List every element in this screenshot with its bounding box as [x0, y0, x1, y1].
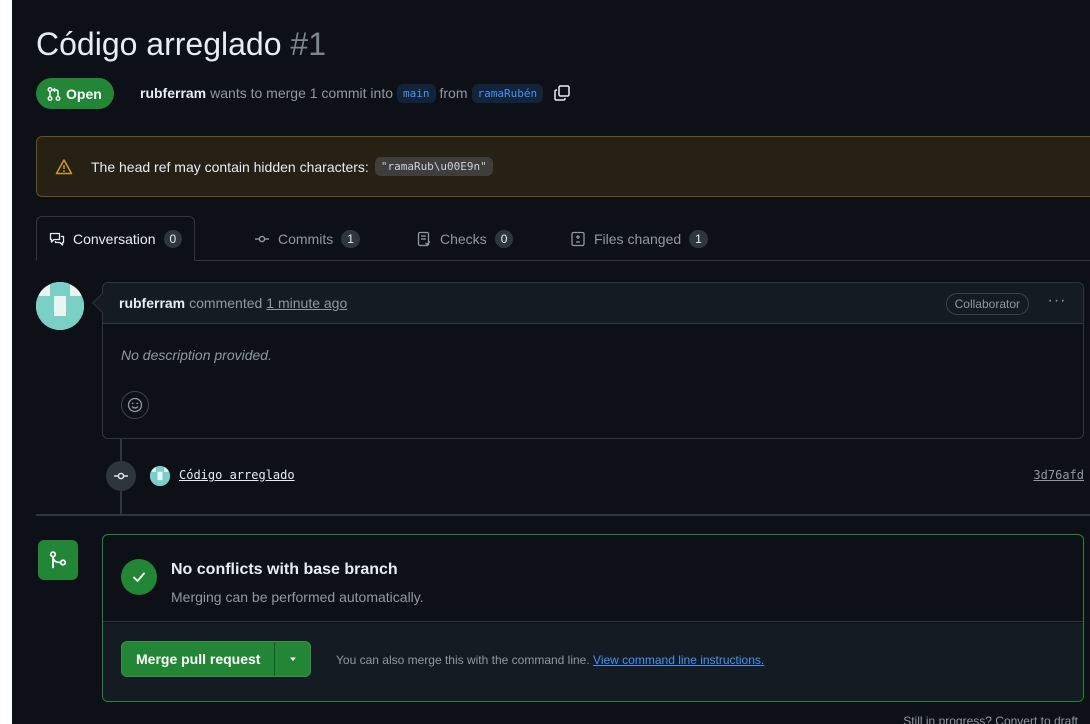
state-label: Open — [66, 85, 102, 102]
pull-request-page: Código arreglado #1 Open rubferram wants… — [12, 0, 1090, 724]
convert-to-draft-link[interactable]: Convert to draft — [995, 714, 1078, 724]
git-commit-icon — [255, 235, 269, 242]
smiley-icon — [127, 397, 143, 413]
tab-commits[interactable]: Commits 1 — [242, 216, 372, 261]
tab-label: Files changed — [594, 230, 682, 247]
comment-discussion-icon — [49, 232, 65, 246]
merge-subtext: Merging can be performed automatically. — [171, 589, 424, 605]
merge-status-icon — [38, 540, 78, 580]
comment-timestamp-link[interactable]: 1 minute ago — [266, 295, 347, 311]
tab-conversation[interactable]: Conversation 0 — [36, 216, 196, 261]
tab-label: Commits — [278, 230, 334, 247]
merge-pull-request-button[interactable]: Merge pull request — [122, 642, 274, 676]
tab-counter: 0 — [163, 229, 183, 248]
pr-description-comment: rubferram commented 1 minute ago Collabo… — [92, 282, 1084, 439]
draft-hint-text: Still in progress? — [903, 714, 992, 724]
git-pull-request-icon — [47, 86, 61, 101]
timeline-divider — [36, 514, 1090, 516]
comment-body: No description provided. — [121, 347, 272, 363]
git-merge-icon — [49, 551, 67, 569]
page-title: Código arreglado #1 — [36, 22, 326, 66]
tab-files-changed[interactable]: Files changed 1 — [558, 216, 720, 261]
commit-sha-link[interactable]: 3d76afd — [1033, 468, 1084, 482]
copy-icon[interactable] — [553, 84, 571, 102]
triangle-down-icon — [289, 657, 296, 661]
alert-icon — [55, 158, 73, 174]
merge-method-dropdown[interactable] — [274, 642, 310, 676]
merge-hint-text: You can also merge this with the command… — [336, 653, 590, 667]
file-diff-icon — [571, 231, 585, 246]
git-commit-icon — [114, 472, 128, 480]
tab-label: Checks — [440, 230, 487, 247]
pr-meta-text: wants to merge 1 commit into — [210, 85, 393, 101]
identicon-avatar — [36, 282, 84, 330]
tab-label: Conversation — [73, 230, 156, 247]
comment-header: rubferram commented 1 minute ago Collabo… — [103, 283, 1083, 324]
avatar[interactable] — [36, 282, 84, 330]
draft-hint: Still in progress? Convert to draft — [903, 714, 1078, 724]
hidden-characters-warning: The head ref may contain hidden characte… — [36, 136, 1090, 197]
pr-number: #1 — [290, 26, 326, 62]
command-line-instructions-link[interactable]: View command line instructions. — [593, 653, 764, 667]
tab-counter: 0 — [494, 229, 514, 248]
base-branch-link[interactable]: main — [397, 83, 436, 103]
pr-author-link[interactable]: rubferram — [140, 85, 206, 101]
add-reaction-button[interactable] — [121, 391, 149, 419]
identicon-avatar — [150, 466, 170, 486]
check-icon — [133, 572, 145, 582]
tab-counter: 1 — [341, 229, 360, 248]
tab-counter: 1 — [689, 229, 708, 248]
pr-title-text: Código arreglado — [36, 26, 282, 62]
warning-text: The head ref may contain hidden characte… — [91, 158, 369, 175]
merge-box: No conflicts with base branch Merging ca… — [102, 534, 1084, 702]
pr-meta: rubferram wants to merge 1 commit into m… — [140, 81, 571, 105]
merge-heading: No conflicts with base branch — [171, 561, 398, 578]
commit-node — [106, 461, 136, 491]
check-circle — [121, 559, 157, 595]
warning-code: "ramaRub\u00E9n" — [374, 157, 493, 176]
merge-status: No conflicts with base branch Merging ca… — [103, 535, 1083, 622]
commit-author-avatar[interactable] — [150, 466, 170, 486]
head-branch-link[interactable]: ramaRubén — [471, 83, 544, 103]
comment-verb: commented — [189, 295, 263, 311]
merge-hint: You can also merge this with the command… — [336, 653, 764, 667]
collaborator-badge: Collaborator — [945, 293, 1029, 315]
comment-author-link[interactable]: rubferram — [119, 295, 185, 311]
tab-checks[interactable]: Checks 0 — [404, 216, 525, 261]
kebab-horizontal-icon[interactable]: ··· — [1045, 292, 1069, 314]
commit-message-link[interactable]: Código arreglado — [179, 468, 295, 482]
checklist-icon — [417, 231, 431, 246]
merge-button-group: Merge pull request — [121, 641, 312, 677]
from-text: from — [439, 85, 468, 101]
merge-actions: Merge pull request You can also merge th… — [103, 623, 1083, 701]
state-badge: Open — [36, 78, 114, 109]
